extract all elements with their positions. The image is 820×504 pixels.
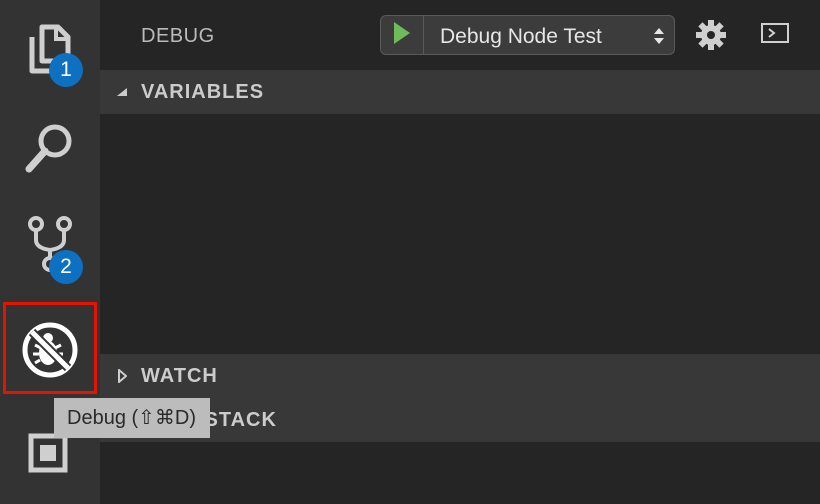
variables-section-header[interactable]: VARIABLES bbox=[100, 70, 820, 114]
gear-icon[interactable] bbox=[696, 20, 726, 55]
watch-section-header[interactable]: WATCH bbox=[100, 354, 820, 398]
activity-explorer[interactable]: 1 bbox=[0, 0, 100, 96]
debug-configuration-select[interactable]: Debug Node Test bbox=[380, 15, 675, 55]
start-debugging-button[interactable] bbox=[381, 16, 424, 54]
debug-tooltip: Debug (⇧⌘D) bbox=[54, 398, 211, 438]
sidebar-title: DEBUG bbox=[141, 25, 215, 47]
sidebar-title-bar: DEBUG Debug Node Test bbox=[100, 0, 820, 70]
play-icon bbox=[393, 21, 411, 50]
variables-section-label: VARIABLES bbox=[141, 80, 265, 103]
expanded-arrow-icon bbox=[114, 87, 130, 97]
select-arrows-icon bbox=[654, 26, 664, 51]
activity-search[interactable] bbox=[0, 100, 100, 196]
collapsed-arrow-icon bbox=[114, 369, 130, 383]
explorer-badge: 1 bbox=[49, 53, 83, 87]
source-control-badge: 2 bbox=[49, 250, 83, 284]
watch-section-label: WATCH bbox=[141, 364, 218, 387]
search-icon bbox=[23, 121, 77, 175]
activity-source-control[interactable]: 2 bbox=[0, 196, 100, 292]
debug-console-icon[interactable] bbox=[760, 20, 790, 51]
debug-highlight-frame bbox=[3, 302, 97, 394]
configuration-value: Debug Node Test bbox=[440, 25, 602, 48]
